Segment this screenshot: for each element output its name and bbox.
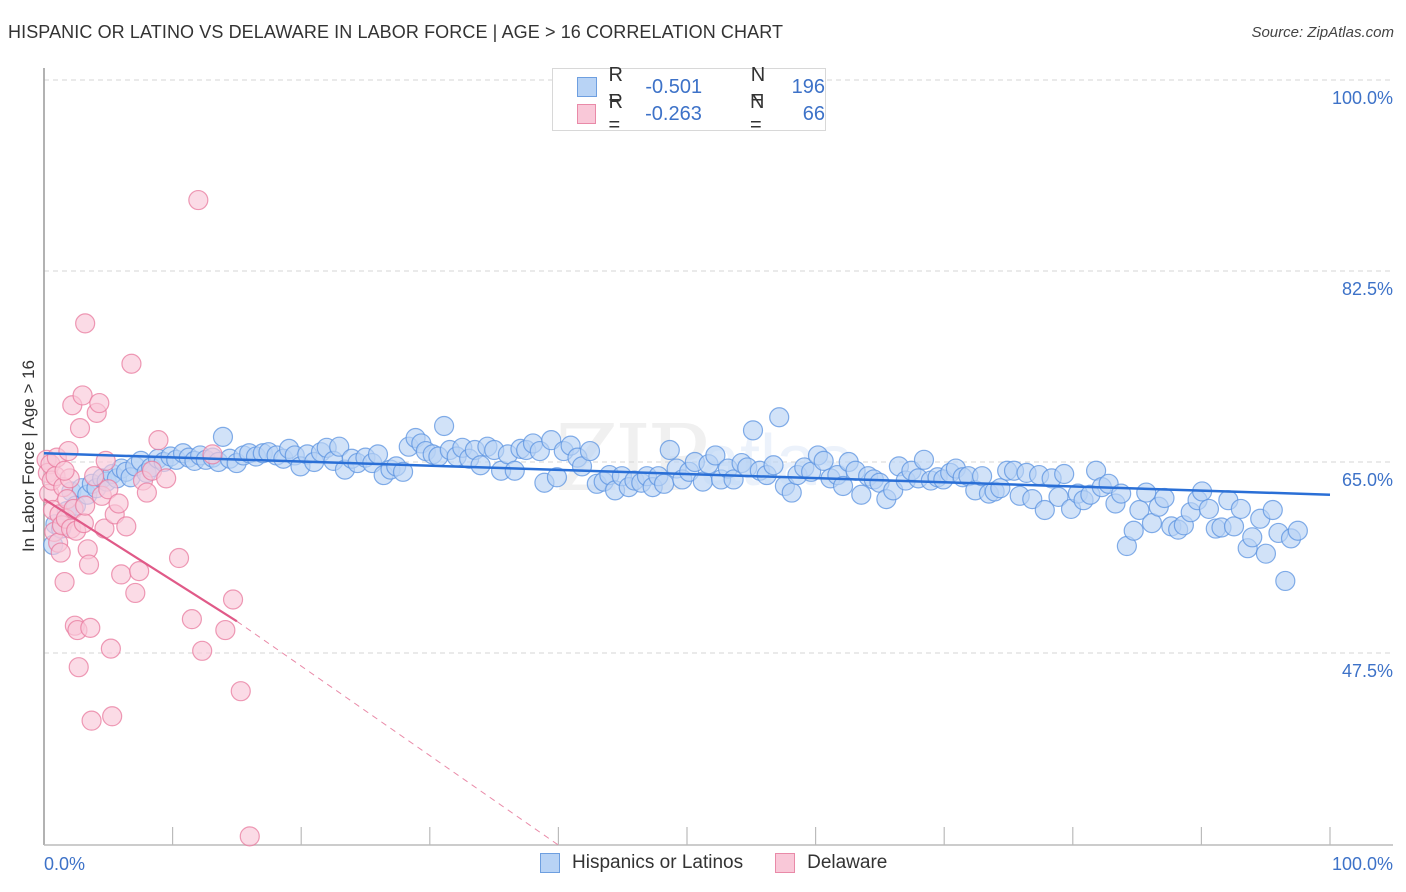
delaware-point	[125, 582, 146, 604]
delaware-point	[108, 493, 129, 514]
delaware-point	[181, 609, 202, 630]
delaware-point	[222, 589, 244, 610]
delaware-point	[72, 385, 93, 406]
hispanics-point	[763, 455, 784, 476]
x-tick-label-min: 0.0%	[44, 854, 85, 874]
hispanics-point	[1275, 570, 1296, 592]
legend-swatch-hispanics	[540, 853, 560, 873]
delaware-point	[102, 706, 123, 727]
legend-n-value: 66	[802, 102, 825, 125]
x-axis-ticks	[172, 827, 1331, 845]
delaware-point	[75, 495, 96, 516]
legend-r-value: -0.501	[645, 75, 703, 98]
legend-item-hispanics[interactable]: Hispanics or Latinos	[540, 852, 743, 874]
hispanics-point	[1198, 498, 1220, 520]
legend-label-hispanics: Hispanics or Latinos	[572, 852, 744, 873]
hispanics-point	[913, 449, 935, 470]
y-tick-label: 47.5%	[1342, 661, 1393, 681]
hispanics-point	[504, 460, 525, 481]
delaware-point	[136, 482, 157, 503]
delaware-point	[148, 430, 169, 451]
hispanics-point	[433, 415, 455, 437]
delaware-point	[116, 516, 137, 537]
hispanics-point	[781, 482, 802, 503]
delaware-point	[50, 542, 71, 563]
delaware-trendline	[43, 498, 238, 623]
hispanics-point	[1242, 527, 1263, 548]
delaware-point	[156, 468, 177, 489]
delaware-point	[215, 619, 236, 641]
hispanics-point	[990, 478, 1011, 499]
delaware-trendline-extension	[236, 620, 559, 846]
hispanics-point	[769, 407, 790, 428]
y-tick-label: 82.5%	[1342, 279, 1393, 299]
hispanics-point	[579, 440, 601, 462]
delaware-point	[121, 353, 142, 374]
delaware-point	[168, 547, 190, 569]
delaware-point	[75, 313, 96, 334]
y-tick-labels: 100.0% 82.5% 65.0% 47.5%	[1332, 88, 1393, 681]
hispanics-point	[1230, 498, 1251, 520]
series-legend: Hispanics or Latinos Delaware	[540, 852, 919, 874]
delaware-point	[192, 640, 213, 661]
delaware-point	[202, 444, 223, 465]
hispanics-point	[212, 426, 234, 447]
legend-swatch-delaware	[775, 853, 796, 873]
y-tick-label: 65.0%	[1342, 470, 1393, 490]
legend-item-delaware[interactable]: Delaware	[775, 852, 887, 874]
scatter-plot: 100.0% 82.5% 65.0% 47.5% 0.0% 100.0% In Lab…	[19, 68, 1393, 874]
delaware-point	[188, 189, 209, 211]
hispanics-point	[851, 484, 872, 505]
delaware-point	[81, 710, 102, 731]
legend-n-value: 196	[791, 75, 825, 98]
delaware-point	[239, 826, 260, 847]
legend-swatch-delaware	[577, 104, 597, 124]
delaware-point	[100, 638, 121, 659]
delaware-point	[58, 440, 79, 462]
series-delaware-points	[36, 189, 260, 847]
delaware-point	[89, 392, 110, 414]
hispanics-point	[1054, 463, 1075, 485]
delaware-point	[230, 681, 251, 702]
legend-n-label: N =	[750, 91, 765, 136]
correlation-legend: R = -0.501 N = 196 R = -0.263 N = 66	[552, 64, 826, 136]
delaware-point	[68, 657, 89, 678]
legend-r-value: -0.263	[645, 102, 702, 125]
delaware-point	[80, 617, 101, 638]
hispanics-point	[1255, 543, 1277, 564]
delaware-point	[54, 460, 75, 481]
delaware-point	[69, 418, 91, 439]
legend-swatch-hispanics	[577, 77, 597, 97]
hispanics-point	[659, 439, 680, 461]
gridlines	[44, 79, 1393, 654]
hispanics-point	[470, 455, 491, 476]
legend-label-delaware: Delaware	[807, 852, 888, 873]
x-tick-label-max: 100.0%	[1332, 854, 1393, 874]
y-tick-label: 100.0%	[1332, 88, 1393, 108]
hispanics-point	[813, 450, 834, 471]
series-hispanics-points	[43, 407, 1308, 592]
legend-r-label: R =	[608, 91, 623, 136]
hispanics-point	[653, 473, 675, 494]
hispanics-point	[742, 420, 764, 441]
hispanics-point	[1223, 516, 1245, 537]
hispanics-point	[1287, 520, 1308, 541]
hispanics-point	[1154, 487, 1175, 509]
hispanics-point	[1262, 499, 1283, 521]
hispanics-point	[367, 444, 389, 465]
delaware-point	[54, 571, 75, 593]
delaware-point	[78, 554, 100, 575]
y-axis-label: In Labor Force | Age > 16	[19, 360, 38, 552]
delaware-point	[111, 564, 132, 585]
legend-row-delaware: R = -0.263 N = 66	[577, 91, 825, 136]
hispanics-point	[1123, 520, 1144, 541]
